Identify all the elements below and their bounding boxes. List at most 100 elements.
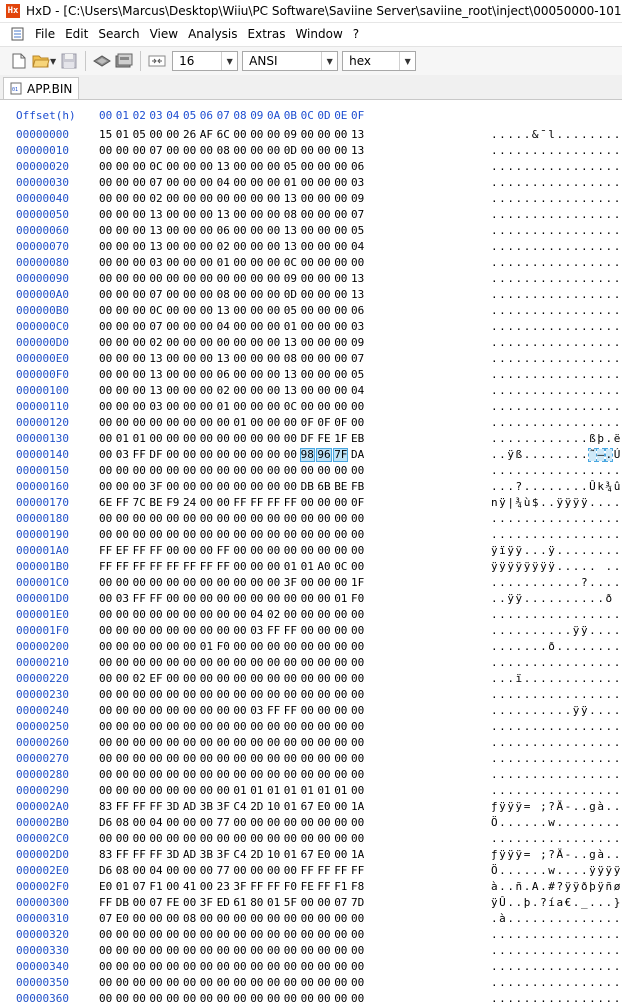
ascii-char[interactable]: .	[614, 673, 621, 685]
ascii-char[interactable]: .	[491, 641, 498, 653]
hex-byte[interactable]: 00	[351, 817, 364, 829]
hex-byte[interactable]: 00	[301, 753, 314, 765]
hex-byte[interactable]: DB	[301, 481, 314, 493]
hex-byte[interactable]: 1A	[351, 849, 364, 861]
hex-byte[interactable]: 00	[267, 929, 280, 941]
hex-byte[interactable]: FF	[250, 881, 263, 893]
ascii-char[interactable]: .	[589, 769, 596, 781]
hex-byte[interactable]: 00	[116, 785, 129, 797]
hex-byte[interactable]: 3B	[200, 849, 213, 861]
hex-byte[interactable]: 00	[116, 945, 129, 957]
ascii-char[interactable]: ÿ	[507, 849, 514, 861]
ascii-char[interactable]: .	[540, 657, 547, 669]
hex-byte[interactable]: 00	[233, 913, 246, 925]
ascii-char[interactable]: .	[540, 401, 547, 413]
hex-byte[interactable]: 00	[301, 945, 314, 957]
ascii-char[interactable]: .	[540, 737, 547, 749]
ascii-char[interactable]: ÿ	[573, 497, 580, 509]
ascii-char[interactable]: A	[532, 881, 539, 893]
ascii-char[interactable]: ï	[499, 545, 506, 557]
hex-byte[interactable]: 6C	[217, 129, 230, 141]
ascii-char[interactable]: .	[573, 993, 580, 1005]
hex-byte[interactable]: 00	[133, 145, 146, 157]
hex-byte[interactable]: 00	[200, 785, 213, 797]
hex-byte[interactable]: 00	[351, 737, 364, 749]
ascii-char[interactable]: .	[556, 449, 563, 461]
ascii-char[interactable]: .	[565, 417, 572, 429]
hex-byte[interactable]: 00	[99, 609, 112, 621]
ascii-char[interactable]: .	[565, 177, 572, 189]
hex-byte[interactable]: 00	[166, 353, 179, 365]
hex-byte[interactable]: 00	[133, 513, 146, 525]
ascii-char[interactable]: .	[524, 625, 531, 637]
hex-byte[interactable]: 00	[166, 737, 179, 749]
hex-byte[interactable]: 00	[166, 337, 179, 349]
ascii-char[interactable]: .	[540, 177, 547, 189]
ascii-char[interactable]: .	[614, 689, 621, 701]
hex-byte[interactable]: 00	[116, 257, 129, 269]
hex-byte[interactable]: 3F	[200, 897, 213, 909]
ascii-char[interactable]: à	[499, 913, 506, 925]
hex-byte[interactable]: D6	[99, 865, 112, 877]
ascii-char[interactable]: .	[581, 449, 588, 461]
ascii-char[interactable]: .	[507, 913, 514, 925]
ascii-char[interactable]: .	[614, 321, 621, 333]
ascii-char[interactable]: .	[532, 737, 539, 749]
ascii-char[interactable]: .	[565, 273, 572, 285]
ascii-char[interactable]: .	[573, 337, 580, 349]
ascii-char[interactable]: .	[565, 321, 572, 333]
hex-byte[interactable]: 00	[233, 545, 246, 557]
ascii-char[interactable]: .	[516, 257, 523, 269]
hex-byte[interactable]: 3F	[149, 481, 162, 493]
ascii-char[interactable]: ÿ	[548, 545, 555, 557]
hex-byte[interactable]: 00	[183, 289, 196, 301]
hex-byte[interactable]: 00	[116, 753, 129, 765]
hex-byte[interactable]: 00	[183, 529, 196, 541]
hex-byte[interactable]: 09	[351, 337, 364, 349]
hex-byte[interactable]: 00	[99, 465, 112, 477]
ascii-char[interactable]: .	[581, 385, 588, 397]
ascii-char[interactable]: .	[499, 817, 506, 829]
hex-byte[interactable]: FF	[149, 593, 162, 605]
ascii-char[interactable]: ƒ	[491, 849, 498, 861]
hex-byte[interactable]: 00	[99, 369, 112, 381]
hex-byte[interactable]: 96	[316, 448, 332, 462]
ascii-char[interactable]: .	[499, 433, 506, 445]
hex-byte[interactable]: 00	[317, 529, 330, 541]
hex-byte[interactable]: 00	[217, 689, 230, 701]
ascii-char[interactable]: .	[597, 129, 604, 141]
chevron-down-icon[interactable]: ▼	[321, 52, 337, 70]
ascii-char[interactable]: .	[532, 289, 539, 301]
hex-byte[interactable]: 00	[301, 513, 314, 525]
hex-byte[interactable]: 01	[284, 321, 297, 333]
hex-byte[interactable]: 00	[301, 737, 314, 749]
ascii-char[interactable]: .	[516, 833, 523, 845]
hex-byte[interactable]: 00	[166, 705, 179, 717]
ascii-char[interactable]: .	[589, 577, 596, 589]
ascii-char[interactable]: .	[507, 433, 514, 445]
hex-byte[interactable]: 00	[200, 545, 213, 557]
hex-byte[interactable]: 00	[317, 465, 330, 477]
hex-byte[interactable]: 00	[267, 385, 280, 397]
ascii-char[interactable]: .	[548, 513, 555, 525]
hex-byte[interactable]: 00	[116, 689, 129, 701]
ascii-char[interactable]: ÿ	[499, 801, 506, 813]
ascii-char[interactable]: .	[614, 769, 621, 781]
ascii-char[interactable]: .	[589, 321, 596, 333]
hex-byte[interactable]: 00	[133, 929, 146, 941]
hex-byte[interactable]: 00	[351, 721, 364, 733]
hex-byte[interactable]: 00	[183, 785, 196, 797]
hex-byte[interactable]: AD	[183, 801, 196, 813]
ascii-char[interactable]: .	[606, 977, 613, 989]
ascii-char[interactable]: .	[524, 705, 531, 717]
ascii-char[interactable]: &	[532, 129, 539, 141]
hex-byte[interactable]: 00	[133, 625, 146, 637]
ascii-char[interactable]: .	[565, 769, 572, 781]
hex-byte[interactable]: 00	[233, 145, 246, 157]
hex-byte[interactable]: 00	[99, 737, 112, 749]
hex-byte[interactable]: 00	[351, 625, 364, 637]
hex-byte[interactable]: 00	[267, 833, 280, 845]
hex-byte[interactable]: FF	[99, 897, 112, 909]
hex-byte[interactable]: 00	[301, 529, 314, 541]
ascii-char[interactable]: .	[532, 241, 539, 253]
